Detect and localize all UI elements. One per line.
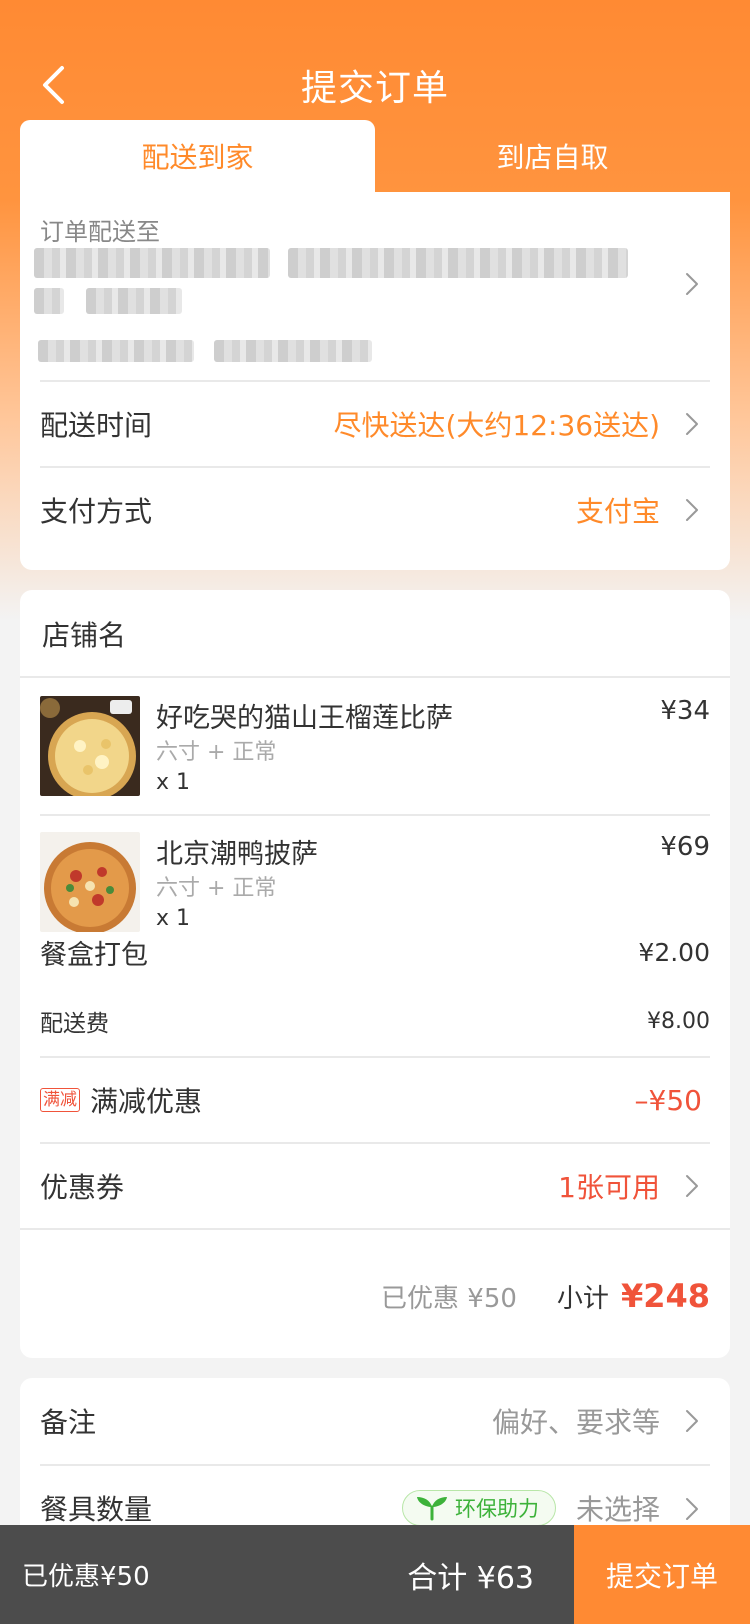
- product-image-duck-pizza: [40, 832, 140, 932]
- submit-order-button[interactable]: 提交订单: [574, 1525, 750, 1624]
- saved-amount: 已优惠 ¥50: [381, 1283, 517, 1314]
- packing-fee-row: 餐盒打包 ¥2.00: [40, 926, 710, 978]
- item-name: 北京潮鸭披萨: [156, 839, 318, 870]
- address-line-blurred: [288, 248, 628, 278]
- discount-row: 满减 满减优惠 –¥50: [40, 1058, 710, 1142]
- shop-name: 店铺名: [42, 619, 127, 652]
- delivery-info-card: 订单配送至 配送时间 尽快送达(大约12:36送达) 支付方式 支付宝: [20, 192, 730, 570]
- payment-method-value: 支付宝: [575, 495, 660, 528]
- divider: [20, 676, 730, 678]
- divider: [40, 814, 710, 816]
- bottom-total: 合计 ¥63: [407, 1560, 534, 1596]
- discount-label-group: 满减 满减优惠: [40, 1080, 202, 1120]
- delivery-mode-tabs: 配送到家 到店自取: [20, 120, 730, 192]
- remark-placeholder: 偏好、要求等: [491, 1406, 660, 1439]
- payment-method-row[interactable]: 支付方式 支付宝: [40, 468, 710, 552]
- utensils-value-group: 环保助力 未选择: [401, 1488, 660, 1528]
- utensils-label: 餐具数量: [40, 1493, 153, 1526]
- discount-tag: 满减: [40, 1088, 80, 1112]
- chevron-right-icon: [682, 409, 702, 439]
- list-item: 北京潮鸭披萨 六寸 + 正常 x 1 ¥69: [40, 832, 710, 932]
- phone-blurred: [214, 340, 372, 362]
- coupon-row[interactable]: 优惠券 1张可用: [40, 1144, 710, 1228]
- page-title: 提交订单: [300, 68, 449, 109]
- packing-fee-value: ¥2.00: [638, 937, 710, 967]
- checkout-bar: 已优惠¥50 合计 ¥63 提交订单: [0, 1525, 750, 1624]
- divider: [20, 1228, 730, 1230]
- delivery-time-row[interactable]: 配送时间 尽快送达(大约12:36送达): [40, 382, 710, 466]
- remark-row[interactable]: 备注 偏好、要求等: [40, 1378, 710, 1464]
- chevron-right-icon: [682, 1494, 702, 1524]
- remark-label: 备注: [40, 1406, 97, 1439]
- list-item: 好吃哭的猫山王榴莲比萨 六寸 + 正常 x 1 ¥34: [40, 696, 710, 796]
- delivery-fee-row: 配送费 ¥8.00: [40, 996, 710, 1046]
- subtotal-amount: ¥248: [620, 1277, 710, 1315]
- delivery-fee-value: ¥8.00: [647, 1008, 710, 1034]
- coupon-label: 优惠券: [40, 1171, 125, 1204]
- eco-tag-label: 环保助力: [454, 1497, 539, 1521]
- eco-tag: 环保助力: [401, 1490, 556, 1526]
- chevron-right-icon: [682, 1406, 702, 1436]
- delivery-time-label: 配送时间: [40, 409, 153, 442]
- item-spec: 六寸 + 正常: [156, 740, 277, 765]
- subtotal-row: 已优惠 ¥50 小计 ¥248: [381, 1266, 710, 1326]
- sprout-icon: [416, 1497, 447, 1521]
- item-spec: 六寸 + 正常: [156, 876, 277, 901]
- coupon-value: 1张可用: [558, 1171, 660, 1204]
- chevron-right-icon: [682, 269, 702, 299]
- contact-blurred: [38, 340, 194, 362]
- back-button[interactable]: [28, 60, 78, 110]
- discount-label: 满减优惠: [90, 1085, 203, 1118]
- subtotal-label: 小计: [556, 1283, 609, 1314]
- item-price: ¥69: [660, 832, 710, 862]
- utensils-value: 未选择: [575, 1493, 660, 1526]
- delivery-time-value: 尽快送达(大约12:36送达): [333, 409, 660, 442]
- order-card: 店铺名 好吃哭的猫山王榴莲比萨 六寸 + 正常 x 1 ¥34 北京潮鸭披萨 六…: [20, 590, 730, 1358]
- packing-fee-label: 餐盒打包: [40, 939, 148, 971]
- address-line-blurred: [34, 288, 64, 314]
- tab-delivery[interactable]: 配送到家: [20, 120, 375, 192]
- item-name: 好吃哭的猫山王榴莲比萨: [156, 703, 453, 734]
- chevron-right-icon: [682, 495, 702, 525]
- discount-value: –¥50: [634, 1083, 702, 1117]
- address-selector[interactable]: [20, 192, 730, 380]
- address-line-blurred: [86, 288, 182, 314]
- chevron-right-icon: [682, 1171, 702, 1201]
- checkout-summary: 已优惠¥50 合计 ¥63: [0, 1525, 574, 1624]
- payment-method-label: 支付方式: [40, 495, 153, 528]
- tab-pickup[interactable]: 到店自取: [375, 120, 730, 192]
- address-line-blurred: [34, 248, 270, 278]
- bottom-saved-amount: 已优惠¥50: [22, 1562, 150, 1592]
- chevron-left-icon: [43, 66, 64, 104]
- item-quantity: x 1: [156, 770, 191, 795]
- delivery-fee-label: 配送费: [40, 1011, 109, 1037]
- product-image-durian-pizza: [40, 696, 140, 796]
- nav-bar: 提交订单: [0, 50, 750, 120]
- item-price: ¥34: [660, 696, 710, 726]
